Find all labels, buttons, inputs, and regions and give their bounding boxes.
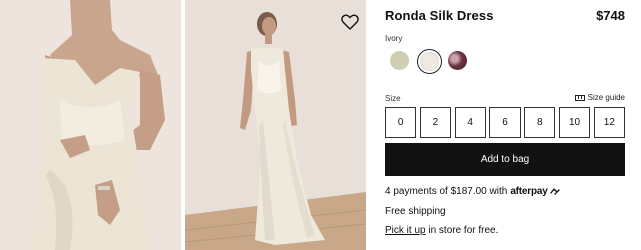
color-swatch-ivory[interactable] bbox=[417, 49, 442, 74]
selected-color-label: Ivory bbox=[385, 34, 403, 43]
product-image-closeup[interactable] bbox=[0, 0, 181, 250]
size-option-2[interactable]: 2 bbox=[419, 107, 452, 138]
size-option-6[interactable]: 6 bbox=[489, 107, 521, 138]
installments-text: 4 payments of $187.00 with bbox=[385, 186, 508, 197]
size-option-0[interactable]: 0 bbox=[385, 107, 417, 138]
swatch-fill bbox=[419, 51, 439, 71]
color-swatch-plum-floral[interactable] bbox=[446, 49, 471, 74]
product-image-closeup-art bbox=[0, 0, 181, 250]
swatch-fill bbox=[390, 51, 409, 70]
afterpay-logo[interactable]: afterpay bbox=[510, 186, 548, 197]
product-image-full-length[interactable] bbox=[185, 0, 366, 250]
size-option-4[interactable]: 4 bbox=[454, 107, 486, 138]
pick-it-up-link[interactable]: Pick it up bbox=[385, 225, 426, 236]
size-guide-label: Size guide bbox=[587, 93, 625, 102]
wishlist-heart-icon[interactable] bbox=[341, 14, 359, 30]
pickup-rest-text: in store for free. bbox=[425, 225, 499, 236]
afterpay-loop-icon bbox=[549, 188, 560, 195]
product-title: Ronda Silk Dress bbox=[385, 8, 494, 23]
size-guide-link[interactable]: Size guide bbox=[574, 93, 625, 102]
add-to-bag-button[interactable]: Add to bag bbox=[385, 143, 625, 176]
free-shipping-text: Free shipping bbox=[385, 206, 446, 217]
pickup-info: Pick it up in store for free. bbox=[385, 225, 498, 236]
size-options: 0 2 4 6 8 10 12 bbox=[385, 107, 625, 138]
size-label: Size bbox=[385, 94, 401, 103]
size-option-8[interactable]: 8 bbox=[524, 107, 556, 138]
swatch-fill bbox=[448, 51, 467, 70]
size-option-10[interactable]: 10 bbox=[558, 107, 591, 138]
heart-icon bbox=[341, 14, 359, 30]
product-price: $748 bbox=[596, 8, 625, 23]
product-image-full-length-art bbox=[185, 0, 366, 250]
color-swatch-sage[interactable] bbox=[388, 49, 413, 74]
ruler-icon bbox=[574, 94, 585, 101]
afterpay-installments: 4 payments of $187.00 with afterpay bbox=[385, 186, 560, 197]
size-option-12[interactable]: 12 bbox=[593, 107, 625, 138]
